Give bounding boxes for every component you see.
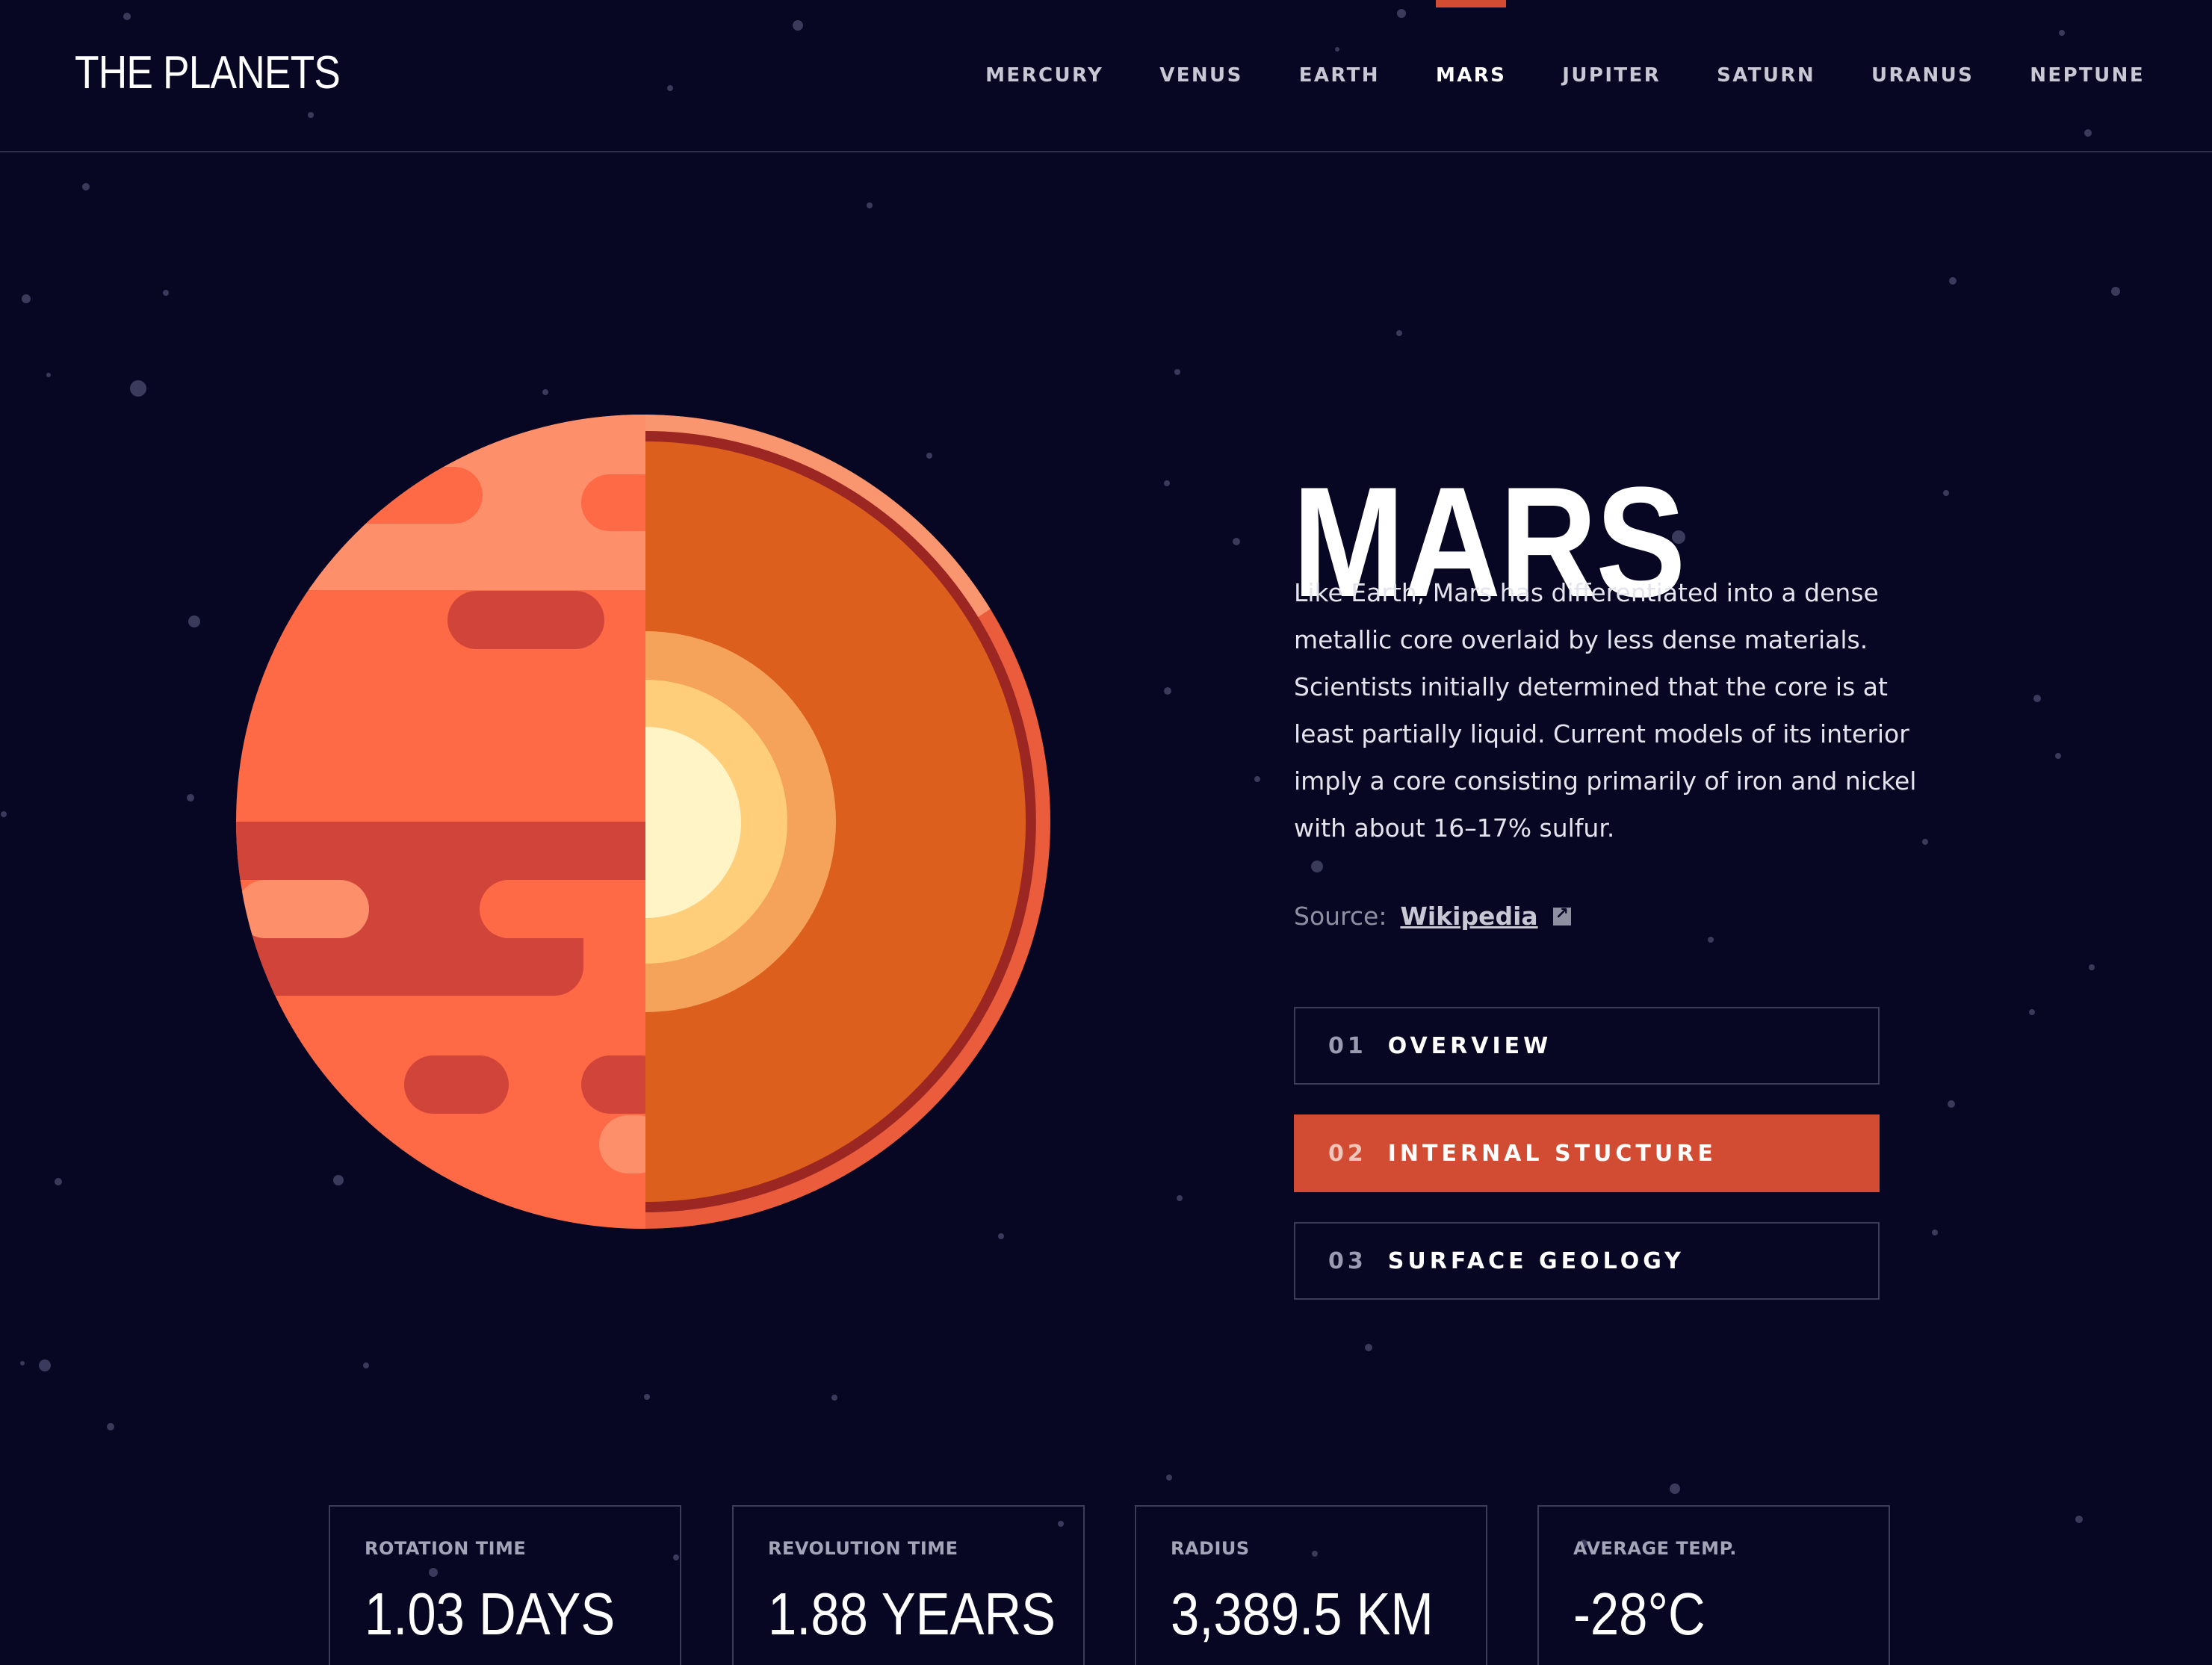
site-logo[interactable]: THE PLANETS: [75, 46, 341, 99]
stat-label: RADIUS: [1171, 1538, 1250, 1559]
stat-value: -28°C: [1573, 1581, 1706, 1647]
stat-label: REVOLUTION TIME: [768, 1538, 958, 1559]
tab-label: INTERNAL STUCTURE: [1387, 1140, 1717, 1167]
nav-item-venus[interactable]: VENUS: [1159, 0, 1242, 151]
nav-item-neptune[interactable]: NEPTUNE: [2030, 0, 2145, 151]
stat-rotation-time: ROTATION TIME 1.03 DAYS: [329, 1505, 681, 1665]
nav-item-earth[interactable]: EARTH: [1299, 0, 1380, 151]
planet-nav: MERCURY VENUS EARTH MARS JUPITER SATURN …: [929, 0, 2145, 151]
source-label: Source:: [1294, 902, 1387, 931]
tab-internal-structure[interactable]: 02 INTERNAL STUCTURE: [1294, 1114, 1880, 1192]
stat-average-temp: AVERAGE TEMP. -28°C: [1537, 1505, 1890, 1665]
external-link-icon[interactable]: [1552, 905, 1571, 925]
tab-surface-geology[interactable]: 03 SURFACE GEOLOGY: [1294, 1222, 1880, 1300]
tab-number: 01: [1328, 1032, 1367, 1059]
planet-internal-structure-illustration: [236, 415, 1050, 1229]
planet-description: Like Earth, Mars has differentiated into…: [1294, 578, 1917, 843]
nav-item-mercury[interactable]: MERCURY: [985, 0, 1103, 151]
stat-value: 3,389.5 KM: [1171, 1581, 1434, 1647]
stat-value: 1.88 YEARS: [768, 1581, 1056, 1647]
tab-label: SURFACE GEOLOGY: [1387, 1247, 1685, 1274]
nav-item-jupiter[interactable]: JUPITER: [1562, 0, 1661, 151]
stat-label: AVERAGE TEMP.: [1573, 1538, 1737, 1559]
tab-overview[interactable]: 01 OVERVIEW: [1294, 1007, 1880, 1085]
stat-label: ROTATION TIME: [365, 1538, 527, 1559]
tab-number: 03: [1328, 1247, 1367, 1274]
source-link[interactable]: Wikipedia: [1400, 902, 1537, 931]
nav-item-saturn[interactable]: SATURN: [1717, 0, 1815, 151]
stat-radius: RADIUS 3,389.5 KM: [1135, 1505, 1487, 1665]
tab-label: OVERVIEW: [1387, 1032, 1552, 1059]
planet-image: [236, 415, 1050, 1229]
nav-item-mars[interactable]: MARS: [1435, 0, 1507, 151]
nav-item-uranus[interactable]: URANUS: [1871, 0, 1974, 151]
source-line: Source: Wikipedia: [1294, 902, 1571, 931]
site-header: THE PLANETS MERCURY VENUS EARTH MARS JUP…: [0, 0, 2212, 152]
stat-value: 1.03 DAYS: [365, 1581, 616, 1647]
stat-revolution-time: REVOLUTION TIME 1.88 YEARS: [732, 1505, 1085, 1665]
tab-number: 02: [1328, 1140, 1367, 1167]
